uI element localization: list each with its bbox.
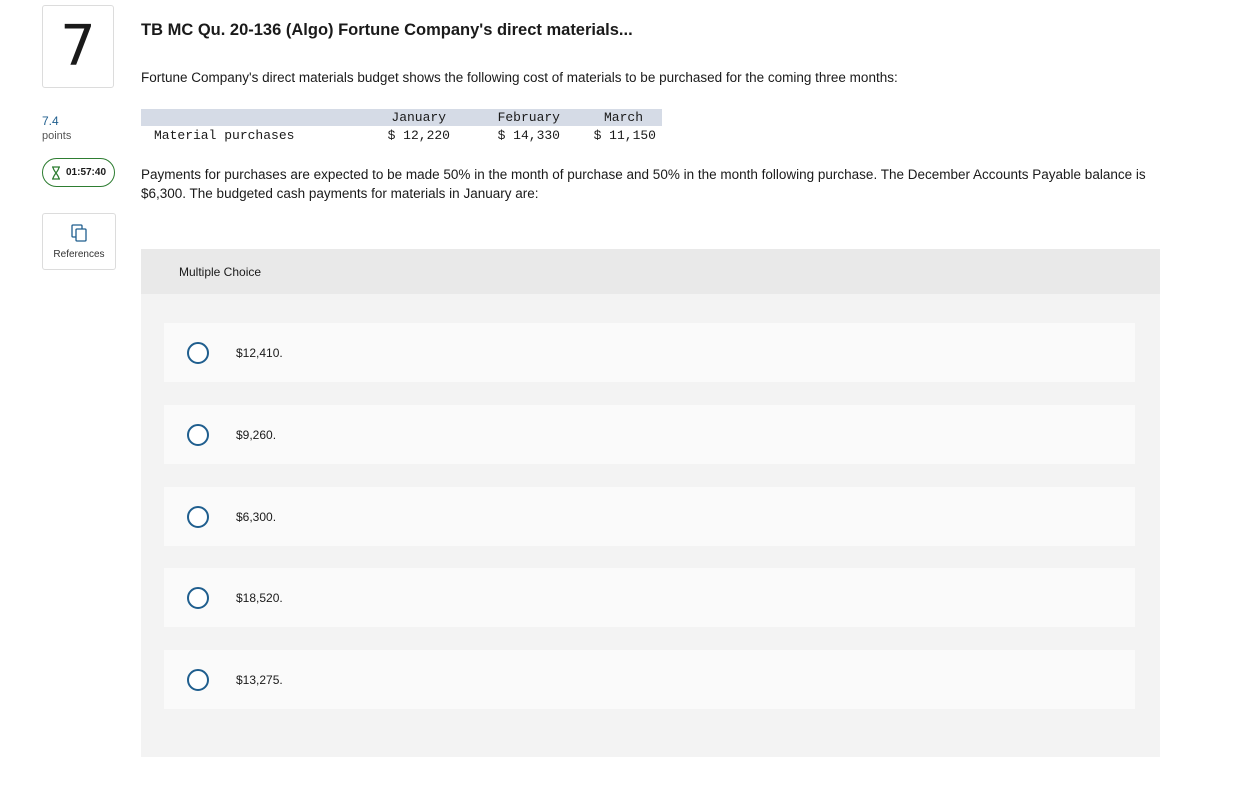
choice-label: $13,275. [236, 672, 283, 687]
timer-text: 01:57:40 [65, 167, 107, 178]
table-header-row: January February March [141, 109, 662, 126]
multiple-choice-header: Multiple Choice [141, 249, 1160, 294]
choice-option-3[interactable]: $6,300. [164, 487, 1135, 546]
table-header-cell: March [603, 110, 643, 125]
choice-option-5[interactable]: $13,275. [164, 650, 1135, 709]
choice-option-2[interactable]: $9,260. [164, 405, 1135, 464]
timer-badge[interactable]: 01:57:40 [42, 158, 115, 187]
question-body: Payments for purchases are expected to b… [141, 167, 1146, 201]
points-value: 7.4 [42, 114, 59, 128]
choice-option-1[interactable]: $12,410. [164, 323, 1135, 382]
hourglass-icon [51, 165, 61, 180]
radio-button[interactable] [187, 586, 209, 609]
table-row: Material purchases $ 12,220 $ 14,330 $ 1… [141, 126, 662, 144]
table-cell: $ 12,220 [387, 127, 450, 143]
table-cell: $ 14,330 [497, 127, 560, 143]
references-label: References [53, 248, 105, 260]
choice-option-4[interactable]: $18,520. [164, 568, 1135, 627]
radio-button[interactable] [187, 668, 209, 691]
table-cell: $ 11,150 [593, 127, 656, 143]
purchases-table: January February March Material purchase… [141, 109, 662, 144]
radio-button[interactable] [187, 341, 209, 364]
table-cell: Material purchases [154, 127, 295, 143]
table-header-cell: January [391, 110, 446, 125]
choice-label: $6,300. [236, 509, 277, 524]
table-header-cell: February [497, 110, 560, 125]
choice-label: $18,520. [236, 590, 283, 605]
question-intro: Fortune Company's direct materials budge… [141, 70, 898, 85]
question-number: 7 [42, 5, 114, 88]
multiple-choice-panel: Multiple Choice $12,410. $9,260. $6,300.… [141, 249, 1160, 757]
points-label: points [42, 130, 72, 142]
radio-button[interactable] [187, 505, 209, 528]
choice-label: $9,260. [236, 427, 277, 442]
table-header-cell [141, 109, 333, 126]
choice-label: $12,410. [236, 345, 283, 360]
copy-pages-icon [71, 223, 87, 245]
question-title: TB MC Qu. 20-136 (Algo) Fortune Company'… [141, 21, 633, 39]
references-button[interactable]: References [42, 213, 116, 270]
radio-button[interactable] [187, 423, 209, 446]
